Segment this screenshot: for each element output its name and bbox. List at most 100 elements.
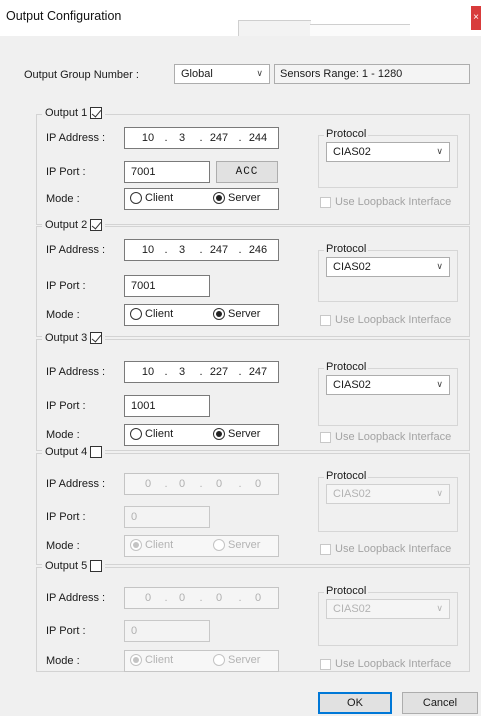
ip-octet[interactable]: 0 xyxy=(247,592,269,604)
cancel-button[interactable]: Cancel xyxy=(402,692,478,714)
server-radio[interactable] xyxy=(213,654,225,666)
mode-server-option[interactable]: Server xyxy=(213,192,260,204)
ip-address-input[interactable]: 10 3 227 247... xyxy=(124,361,279,383)
mode-server-option[interactable]: Server xyxy=(213,539,260,551)
ip-port-input[interactable]: 7001 xyxy=(124,161,210,183)
sensors-range-box: Sensors Range: 1 - 1280 xyxy=(274,64,470,84)
close-button[interactable]: × xyxy=(471,6,481,30)
ip-octet[interactable]: 227 xyxy=(208,366,230,378)
client-radio-label: Client xyxy=(145,192,174,204)
ip-octet[interactable]: 0 xyxy=(208,478,230,490)
ip-dot: . xyxy=(164,244,168,256)
loopback-checkbox[interactable] xyxy=(320,196,331,208)
output-enable-checkbox[interactable] xyxy=(90,332,103,344)
ip-port-value: 7001 xyxy=(131,280,156,292)
client-radio[interactable] xyxy=(130,539,142,551)
ip-port-value: 7001 xyxy=(131,166,156,178)
chevron-down-icon: ∨ xyxy=(436,488,443,498)
loopback-option[interactable]: Use Loopback Interface xyxy=(320,543,451,555)
ip-port-value: 0 xyxy=(131,625,138,637)
protocol-select[interactable]: CIAS02 ∨ xyxy=(326,257,450,277)
client-radio[interactable] xyxy=(130,192,142,204)
protocol-select[interactable]: CIAS02 ∨ xyxy=(326,375,450,395)
loopback-checkbox[interactable] xyxy=(320,658,331,670)
ip-dot: . xyxy=(164,478,168,490)
sensors-range-text: Sensors Range: 1 - 1280 xyxy=(280,68,403,80)
ip-octet[interactable]: 3 xyxy=(171,366,193,378)
ip-octet[interactable]: 0 xyxy=(171,592,193,604)
mode-client-option[interactable]: Client xyxy=(130,539,173,551)
ip-octet[interactable]: 0 xyxy=(171,478,193,490)
protocol-value: CIAS02 xyxy=(333,603,371,615)
loopback-option[interactable]: Use Loopback Interface xyxy=(320,431,451,443)
chevron-down-icon: ∨ xyxy=(436,379,443,389)
protocol-value: CIAS02 xyxy=(333,146,371,158)
ip-octet[interactable]: 247 xyxy=(208,244,230,256)
protocol-select[interactable]: CIAS02 ∨ xyxy=(326,484,450,504)
client-radio[interactable] xyxy=(130,654,142,666)
ip-port-input[interactable]: 0 xyxy=(124,506,210,528)
protocol-select[interactable]: CIAS02 ∨ xyxy=(326,142,450,162)
loopback-option[interactable]: Use Loopback Interface xyxy=(320,314,451,326)
mode-client-option[interactable]: Client xyxy=(130,308,173,320)
loopback-checkbox[interactable] xyxy=(320,543,331,555)
ip-port-input[interactable]: 7001 xyxy=(124,275,210,297)
ip-octet[interactable]: 246 xyxy=(247,244,269,256)
client-radio[interactable] xyxy=(130,428,142,440)
client-radio[interactable] xyxy=(130,308,142,320)
ip-octet[interactable]: 0 xyxy=(137,478,159,490)
output-group-label: Output Group Number : xyxy=(24,69,139,81)
output-enable-checkbox[interactable] xyxy=(90,107,103,119)
ip-address-label: IP Address : xyxy=(46,366,106,378)
output-enable-checkbox[interactable] xyxy=(90,219,103,231)
ip-address-input[interactable]: 10 3 247 244... xyxy=(124,127,279,149)
mode-radio-group: Client Server xyxy=(124,650,279,672)
mode-radio-group: Client Server xyxy=(124,535,279,557)
mode-client-option[interactable]: Client xyxy=(130,192,173,204)
loopback-label: Use Loopback Interface xyxy=(335,314,452,326)
ip-port-input[interactable]: 0 xyxy=(124,620,210,642)
loopback-checkbox[interactable] xyxy=(320,314,331,326)
output-enable-checkbox[interactable] xyxy=(90,560,103,572)
ip-address-label: IP Address : xyxy=(46,592,106,604)
ip-address-input[interactable]: 0000... xyxy=(124,473,279,495)
output-title: Output 2 xyxy=(42,219,106,231)
ip-octet[interactable]: 247 xyxy=(247,366,269,378)
loopback-label: Use Loopback Interface xyxy=(335,431,452,443)
loopback-checkbox[interactable] xyxy=(320,431,331,443)
output-enable-checkbox[interactable] xyxy=(90,446,103,458)
ip-octet[interactable]: 0 xyxy=(208,592,230,604)
loopback-label: Use Loopback Interface xyxy=(335,543,452,555)
ip-octet[interactable]: 244 xyxy=(247,132,269,144)
mode-client-option[interactable]: Client xyxy=(130,428,173,440)
mode-label: Mode : xyxy=(46,193,80,205)
loopback-option[interactable]: Use Loopback Interface xyxy=(320,196,451,208)
ip-octet[interactable]: 3 xyxy=(171,132,193,144)
ip-dot: . xyxy=(199,592,203,604)
ip-octet[interactable]: 0 xyxy=(137,592,159,604)
ok-button[interactable]: OK xyxy=(318,692,392,714)
ip-octet[interactable]: 0 xyxy=(247,478,269,490)
ip-octet[interactable]: 3 xyxy=(171,244,193,256)
output-group-select[interactable]: Global ∨ xyxy=(174,64,270,84)
server-radio[interactable] xyxy=(213,428,225,440)
ip-octet[interactable]: 10 xyxy=(137,366,159,378)
mode-server-option[interactable]: Server xyxy=(213,654,260,666)
ip-octet[interactable]: 10 xyxy=(137,132,159,144)
mode-label: Mode : xyxy=(46,309,80,321)
ip-octet[interactable]: 10 xyxy=(137,244,159,256)
acc-button[interactable]: ACC xyxy=(216,161,278,183)
protocol-select[interactable]: CIAS02 ∨ xyxy=(326,599,450,619)
server-radio[interactable] xyxy=(213,308,225,320)
server-radio[interactable] xyxy=(213,539,225,551)
mode-label: Mode : xyxy=(46,540,80,552)
loopback-option[interactable]: Use Loopback Interface xyxy=(320,658,451,670)
server-radio[interactable] xyxy=(213,192,225,204)
mode-client-option[interactable]: Client xyxy=(130,654,173,666)
mode-server-option[interactable]: Server xyxy=(213,428,260,440)
mode-server-option[interactable]: Server xyxy=(213,308,260,320)
ip-port-input[interactable]: 1001 xyxy=(124,395,210,417)
ip-address-input[interactable]: 0000... xyxy=(124,587,279,609)
ip-address-input[interactable]: 10 3 247 246... xyxy=(124,239,279,261)
ip-octet[interactable]: 247 xyxy=(208,132,230,144)
